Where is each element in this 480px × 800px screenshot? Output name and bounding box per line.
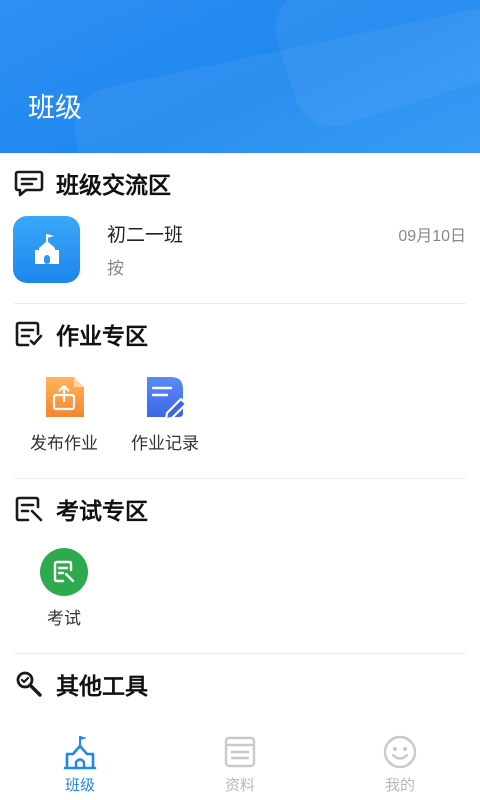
homework-record-button[interactable]: 作业记录 [115,373,215,454]
chat-time: 09月10日 [398,228,466,245]
tab-label: 班级 [64,777,95,794]
homework-list-icon [14,319,44,349]
edit-doc-icon [141,373,189,421]
chat-bubble-icon [14,168,44,198]
chat-list-item[interactable]: 初二一班 按 09月10日 [0,210,480,296]
tab-me[interactable]: 我的 [360,734,440,795]
exam-icon [40,548,88,596]
section-exam-header: 考试专区 [14,492,148,526]
section-tools-header: 其他工具 [14,667,148,701]
class-avatar [13,216,80,283]
section-homework-header: 作业专区 [14,317,148,351]
section-chat-header: 班级交流区 [14,166,171,200]
upload-doc-icon [40,373,88,421]
exam-list-icon [14,494,44,524]
divider [14,303,466,304]
chat-preview: 按 [107,259,124,278]
tab-label: 资料 [224,777,255,794]
divider [14,653,466,654]
chat-name: 初二一班 [107,225,184,246]
header-banner: 班级 [0,0,480,153]
bottom-tab-bar: 班级 资料 我的 [0,728,480,800]
section-title: 考试专区 [56,498,148,524]
book-icon [222,734,258,770]
tab-materials[interactable]: 资料 [200,734,280,795]
school-icon [34,233,59,264]
tab-class[interactable]: 班级 [40,734,120,795]
smile-icon [382,734,418,770]
tool-label: 考试 [47,609,81,628]
divider [14,478,466,479]
publish-homework-button[interactable]: 发布作业 [14,373,114,454]
page-title: 班级 [28,93,82,123]
section-title: 班级交流区 [56,172,171,198]
tab-label: 我的 [384,777,415,794]
wrench-icon [14,669,44,699]
section-title: 作业专区 [56,323,148,349]
exam-button[interactable]: 考试 [14,548,114,629]
tool-label: 发布作业 [30,434,98,453]
tool-label: 作业记录 [131,434,199,453]
section-title: 其他工具 [56,673,148,699]
school-icon [62,734,98,770]
